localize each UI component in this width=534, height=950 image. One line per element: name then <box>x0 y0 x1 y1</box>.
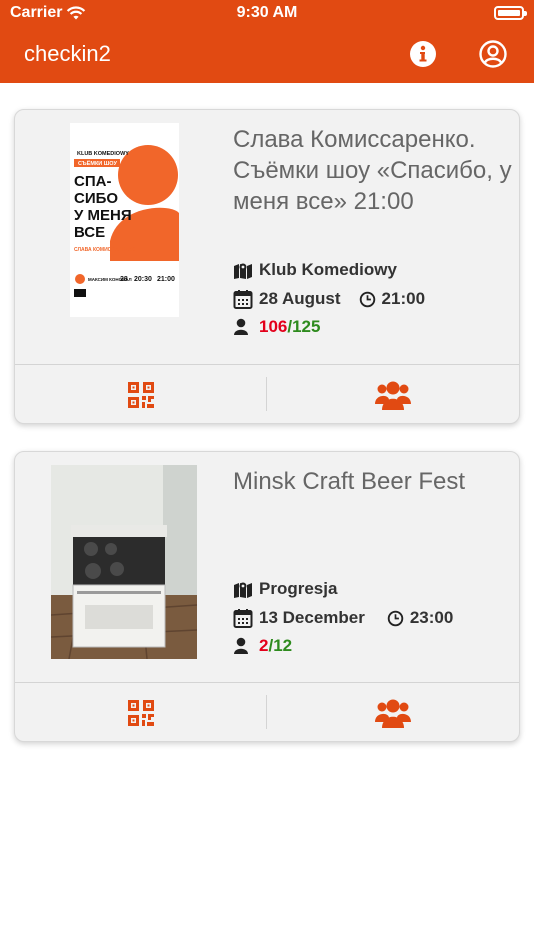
calendar-icon <box>233 609 253 628</box>
card-actions <box>15 364 519 423</box>
guests-button[interactable] <box>375 377 411 413</box>
clock-icon <box>387 610 404 626</box>
event-card[interactable]: KLUB KOMEDIOWY СЪЁМКИ ШОУ СПА- СИБО У МЕ… <box>14 109 520 424</box>
venue-row: Klub Komediowy <box>233 260 397 280</box>
event-poster-image: KLUB KOMEDIOWY СЪЁМКИ ШОУ СПА- СИБО У МЕ… <box>70 123 179 317</box>
poster-time: 20:30 <box>134 276 152 283</box>
map-icon <box>234 582 252 598</box>
event-time: 21:00 <box>381 289 426 308</box>
qr-code-icon <box>128 382 154 408</box>
datetime-row: 13 December 23:00 <box>233 608 453 628</box>
venue-row: Progresja <box>233 579 337 599</box>
checked-in-count: 106 <box>259 317 288 336</box>
poster-tag: СЪЁМКИ ШОУ <box>78 160 117 167</box>
app-header: checkin2 <box>0 26 534 83</box>
poster-line: У МЕНЯ <box>74 207 132 224</box>
event-title: Слава Комиссаренко. Съёмки шоу «Спасибо,… <box>233 126 512 215</box>
poster-line: СИБО <box>74 190 118 207</box>
user-icon <box>234 637 248 654</box>
event-poster-image <box>51 465 197 659</box>
event-date: 28 August <box>259 289 341 308</box>
battery-icon <box>494 6 527 20</box>
venue-name: Klub Komediowy <box>259 260 397 279</box>
clock-icon <box>359 291 375 307</box>
scan-qr-button[interactable] <box>123 377 159 413</box>
user-circle-icon[interactable] <box>479 40 507 68</box>
map-icon <box>234 263 252 279</box>
clock: 9:30 AM <box>236 4 298 21</box>
poster-line: СПА- <box>74 173 111 190</box>
app-title: checkin2 <box>24 41 111 66</box>
poster-time: 21:00 <box>157 276 175 283</box>
venue-name: Progresja <box>259 579 338 598</box>
attendance-row: 106/125 <box>233 317 320 337</box>
scan-qr-button[interactable] <box>123 695 159 731</box>
status-bar: Carrier 9:30 AM <box>0 0 534 26</box>
calendar-icon <box>233 290 253 309</box>
action-divider <box>266 377 267 411</box>
user-icon <box>234 318 248 335</box>
capacity-count: /12 <box>268 636 293 655</box>
guests-button[interactable] <box>375 695 411 731</box>
card-actions <box>15 682 519 741</box>
users-icon <box>375 699 411 728</box>
event-date: 13 December <box>259 608 365 627</box>
poster-brand: KLUB KOMEDIOWY <box>77 151 129 157</box>
info-icon[interactable] <box>409 40 437 68</box>
users-icon <box>375 381 411 410</box>
action-divider <box>266 695 267 729</box>
poster-day: 28 <box>120 276 128 283</box>
capacity-count: /125 <box>287 317 321 336</box>
event-title: Minsk Craft Beer Fest <box>233 468 466 495</box>
poster-artist: СЛАВА КОМИССАРЕНКО <box>74 247 136 253</box>
poster-line: ВСЕ <box>74 224 105 241</box>
event-card[interactable]: Minsk Craft Beer Fest Progresja 13 Decem… <box>14 451 520 742</box>
event-time: 23:00 <box>409 608 454 627</box>
qr-code-icon <box>128 700 154 726</box>
attendance-row: 2/12 <box>233 636 292 656</box>
datetime-row: 28 August 21:00 <box>233 289 425 309</box>
checked-in-count: 2 <box>259 636 269 655</box>
